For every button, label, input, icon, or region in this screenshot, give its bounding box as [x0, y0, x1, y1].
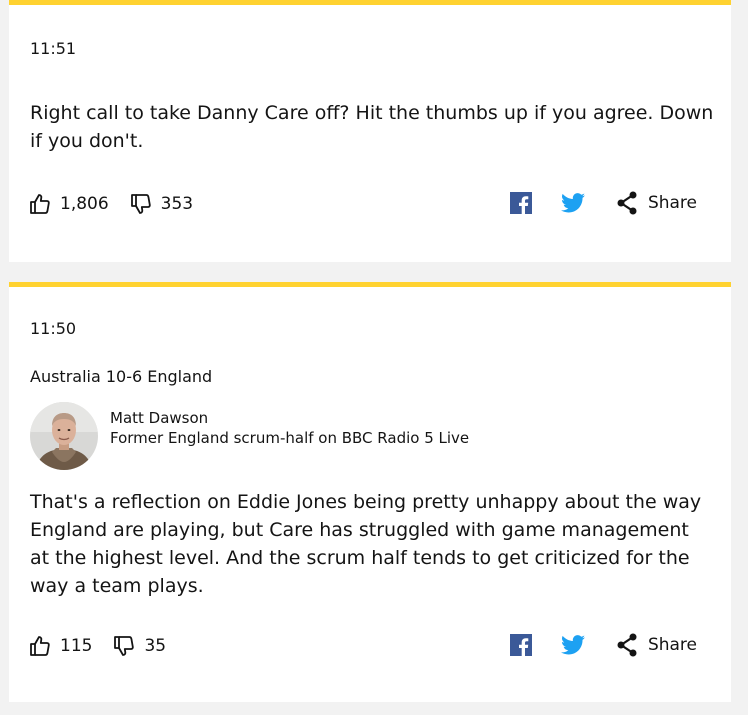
thumbs-down-icon[interactable]: [112, 634, 136, 658]
post-headline: Australia 10-6 England: [30, 367, 213, 386]
thumbs-down-icon[interactable]: [129, 192, 153, 216]
like-count: 1,806: [60, 194, 109, 214]
dislike-count: 35: [144, 636, 167, 656]
share-button[interactable]: Share: [616, 191, 697, 215]
twitter-icon[interactable]: [560, 192, 585, 214]
post-text: That's a reflection on Eddie Jones being…: [30, 491, 702, 597]
live-post: 11:51 Right call to take Danny Care off?…: [9, 0, 731, 262]
share-bar: Share: [509, 633, 697, 657]
post-text: Right call to take Danny Care off? Hit t…: [30, 102, 714, 152]
thumbs-up-icon[interactable]: [28, 634, 52, 658]
facebook-icon[interactable]: [509, 634, 532, 656]
contributor-role: Former England scrum-half on BBC Radio 5…: [110, 429, 470, 447]
contributor-name: Matt Dawson: [110, 409, 209, 427]
twitter-icon[interactable]: [560, 634, 585, 656]
reaction-bar: 115 35: [28, 634, 186, 658]
contributor: Matt Dawson Former England scrum-half on…: [30, 402, 469, 470]
facebook-icon[interactable]: [509, 192, 532, 214]
share-icon: [616, 191, 638, 215]
dislike-count: 353: [160, 194, 194, 214]
like-count: 115: [60, 636, 93, 656]
share-label: Share: [647, 635, 697, 655]
share-bar: Share: [509, 191, 697, 215]
share-button[interactable]: Share: [616, 633, 697, 657]
share-label: Share: [647, 193, 697, 213]
thumbs-up-icon[interactable]: [28, 192, 52, 216]
avatar: [30, 402, 98, 470]
post-time: 11:51: [30, 39, 77, 58]
reaction-bar: 1,806 353: [28, 192, 213, 216]
live-post: 11:50 Australia 10-6 England Matt Dawson…: [9, 282, 731, 702]
share-icon: [616, 633, 638, 657]
post-time: 11:50: [30, 319, 77, 338]
